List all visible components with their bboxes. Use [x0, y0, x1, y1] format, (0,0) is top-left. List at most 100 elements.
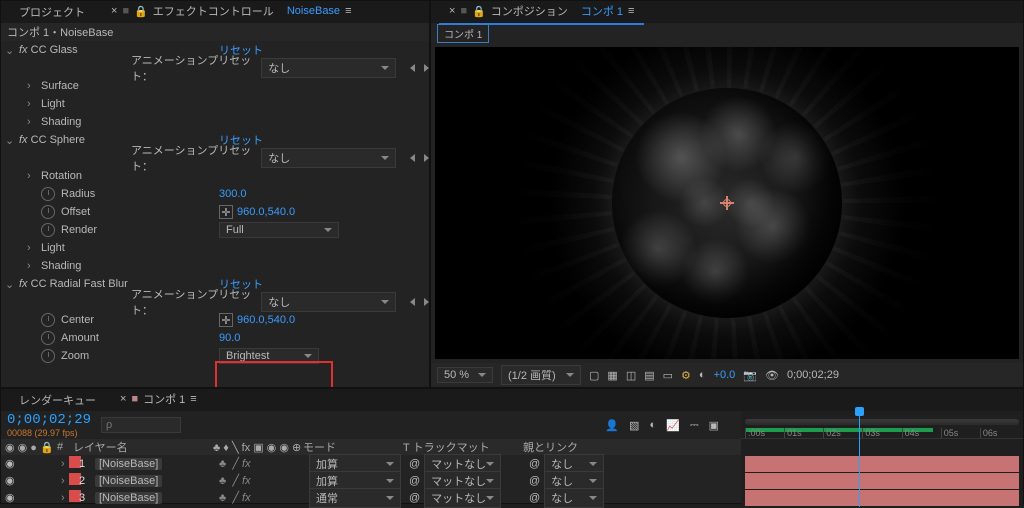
- pickwhip-icon[interactable]: @: [529, 492, 540, 504]
- layer-duration-bar[interactable]: [745, 456, 1019, 472]
- panel-menu-icon[interactable]: ≡: [190, 393, 196, 405]
- twirl-icon[interactable]: ⌄: [5, 44, 15, 57]
- twirl-icon[interactable]: ›: [27, 98, 37, 110]
- mask-icon[interactable]: ◫: [626, 369, 636, 382]
- col-name[interactable]: レイヤー名: [73, 439, 213, 455]
- preset-dropdown[interactable]: なし: [261, 292, 396, 312]
- track-matte-dropdown[interactable]: マットなし: [424, 488, 501, 508]
- frame-blend-icon[interactable]: ▧: [629, 419, 639, 432]
- prev-preset-button[interactable]: [410, 64, 415, 72]
- crosshair-icon[interactable]: ✛: [219, 205, 233, 219]
- prev-preset-button[interactable]: [410, 298, 415, 306]
- layer-name[interactable]: [NoiseBase]: [95, 475, 162, 487]
- timeline-timecode[interactable]: 0;00;02;29: [7, 412, 91, 428]
- fx-badge-icon[interactable]: fx: [19, 134, 28, 146]
- layer-name[interactable]: [NoiseBase]: [95, 492, 162, 504]
- panel-menu-icon[interactable]: ≡: [345, 5, 351, 17]
- layer-row[interactable]: ◉›1[NoiseBase]♣ ╱ fx加算@マットなし@なし: [1, 455, 741, 472]
- project-tab[interactable]: プロジェクト: [9, 0, 95, 24]
- offset-value[interactable]: 960.0,540.0: [237, 206, 295, 218]
- fx-badge-icon[interactable]: fx: [19, 44, 28, 56]
- show-snapshot-icon[interactable]: 👁: [765, 369, 779, 382]
- next-preset-button[interactable]: [424, 298, 429, 306]
- stopwatch-icon[interactable]: [41, 187, 55, 201]
- composition-tab[interactable]: × ■ 🔒 コンポジション コンポ 1 ≡: [439, 0, 644, 25]
- group-surface[interactable]: Surface: [41, 80, 79, 92]
- group-light[interactable]: Light: [41, 98, 65, 110]
- proxy-icon[interactable]: ▣: [709, 419, 719, 432]
- preset-dropdown[interactable]: なし: [261, 148, 396, 168]
- layer-row[interactable]: ◉›2[NoiseBase]♣ ╱ fx加算@マットなし@なし: [1, 472, 741, 489]
- blend-mode-dropdown[interactable]: 通常: [309, 488, 401, 508]
- lock-icon[interactable]: 🔒: [472, 5, 486, 18]
- quality-dropdown[interactable]: (1/2 画質): [501, 365, 581, 385]
- anchor-point-icon[interactable]: [720, 196, 734, 210]
- group-light[interactable]: Light: [41, 242, 65, 254]
- twirl-icon[interactable]: ›: [27, 260, 37, 272]
- pickwhip-icon[interactable]: @: [529, 458, 540, 470]
- effect-name-cc-glass[interactable]: CC Glass: [31, 44, 78, 56]
- stopwatch-icon[interactable]: [41, 349, 55, 363]
- channel-icon[interactable]: ▭: [663, 369, 673, 382]
- pickwhip-icon[interactable]: @: [409, 458, 420, 470]
- visibility-icon[interactable]: ◉: [5, 475, 15, 487]
- radius-value[interactable]: 300.0: [219, 188, 429, 200]
- group-shading[interactable]: Shading: [41, 260, 81, 272]
- visibility-icon[interactable]: ◉: [5, 492, 15, 504]
- prev-preset-button[interactable]: [410, 154, 415, 162]
- snapshot-icon[interactable]: 📷: [743, 369, 757, 382]
- transparency-grid-icon[interactable]: ▦: [607, 369, 617, 382]
- viewer-timecode[interactable]: 0;00;02;29: [787, 369, 839, 381]
- shy-icon[interactable]: 👤: [605, 419, 619, 432]
- next-preset-button[interactable]: [424, 64, 429, 72]
- pickwhip-icon[interactable]: @: [409, 492, 420, 504]
- snap-icon[interactable]: ⎓: [690, 419, 699, 432]
- twirl-icon[interactable]: ›: [27, 116, 37, 128]
- close-icon[interactable]: ×: [120, 393, 126, 405]
- graph-editor-icon[interactable]: 📈: [666, 419, 680, 432]
- effect-name-cc-rfb[interactable]: CC Radial Fast Blur: [31, 278, 128, 290]
- crosshair-icon[interactable]: ✛: [219, 313, 233, 327]
- twirl-icon[interactable]: ›: [27, 242, 37, 254]
- effect-controls-tab[interactable]: × ■ 🔒 エフェクトコントロール NoiseBase ≡: [101, 0, 361, 25]
- exposure-value[interactable]: +0.0: [714, 369, 736, 381]
- stopwatch-icon[interactable]: [41, 223, 55, 237]
- search-input[interactable]: [101, 417, 181, 433]
- group-shading[interactable]: Shading: [41, 116, 81, 128]
- guides-icon[interactable]: ▤: [644, 369, 654, 382]
- close-icon[interactable]: ×: [111, 5, 117, 17]
- reset-exposure-icon[interactable]: ◐: [699, 369, 706, 381]
- close-icon[interactable]: ×: [449, 5, 455, 17]
- layer-name[interactable]: [NoiseBase]: [95, 458, 162, 470]
- next-preset-button[interactable]: [424, 154, 429, 162]
- layer-row[interactable]: ◉›3[NoiseBase]♣ ╱ fx通常@マットなし@なし: [1, 489, 741, 506]
- stopwatch-icon[interactable]: [41, 313, 55, 327]
- current-time-indicator[interactable]: [859, 411, 860, 507]
- lock-icon[interactable]: 🔒: [134, 5, 148, 18]
- center-value[interactable]: 960.0,540.0: [237, 314, 295, 326]
- fx-badge-icon[interactable]: fx: [19, 278, 28, 290]
- render-queue-tab[interactable]: レンダーキュー: [9, 388, 106, 412]
- layer-duration-bar[interactable]: [745, 473, 1019, 489]
- zoom-dropdown[interactable]: Brightest: [219, 348, 319, 364]
- comp-breadcrumb[interactable]: コンポ 1: [437, 24, 489, 43]
- stopwatch-icon[interactable]: [41, 331, 55, 345]
- visibility-icon[interactable]: ◉: [5, 458, 15, 470]
- effect-name-cc-sphere[interactable]: CC Sphere: [31, 134, 85, 146]
- region-icon[interactable]: ▢: [589, 369, 599, 382]
- twirl-icon[interactable]: ›: [27, 80, 37, 92]
- color-mgmt-icon[interactable]: ⚙: [681, 369, 691, 382]
- parent-dropdown[interactable]: なし: [544, 488, 604, 508]
- col-num[interactable]: #: [57, 441, 73, 453]
- viewer-canvas[interactable]: [435, 47, 1019, 359]
- group-rotation[interactable]: Rotation: [41, 170, 82, 182]
- pickwhip-icon[interactable]: @: [409, 475, 420, 487]
- twirl-icon[interactable]: ›: [27, 170, 37, 182]
- motion-blur-icon[interactable]: ◐: [649, 419, 656, 431]
- work-area-bar[interactable]: [745, 419, 1019, 425]
- stopwatch-icon[interactable]: [41, 205, 55, 219]
- timeline-comp-tab[interactable]: × ■ コンポ 1 ≡: [110, 387, 207, 413]
- zoom-dropdown[interactable]: 50 %: [437, 367, 493, 383]
- amount-value[interactable]: 90.0: [219, 332, 429, 344]
- twirl-icon[interactable]: ⌄: [5, 278, 15, 291]
